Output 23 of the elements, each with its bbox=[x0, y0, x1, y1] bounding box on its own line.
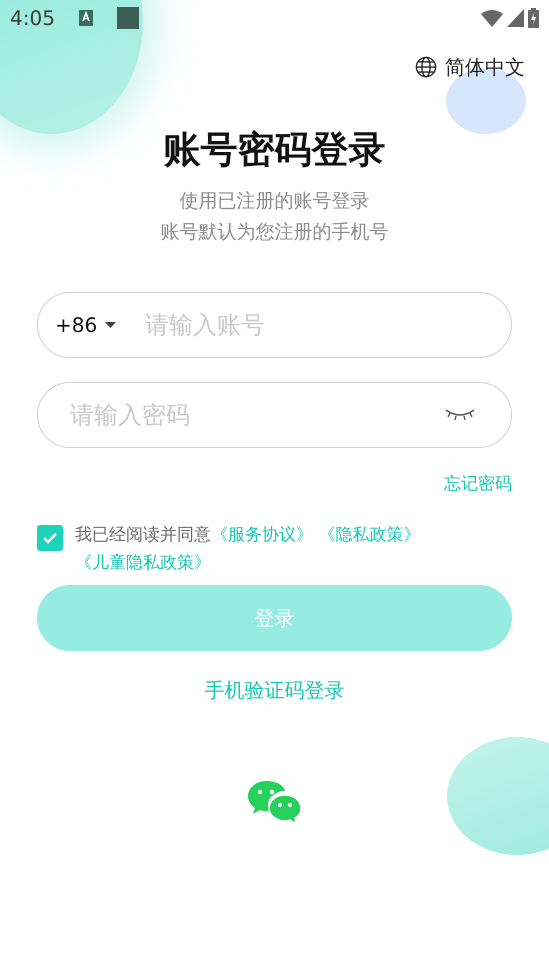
subtitle-text: 账号默认为您注册的手机号 bbox=[160, 220, 390, 244]
policy-link[interactable]: 《儿童隐私政策》 bbox=[75, 553, 211, 573]
signal-icon bbox=[507, 9, 524, 27]
agreement-text: 我已经阅读并同意《服务协议》 《隐私政策》 《儿童隐私政策》 bbox=[75, 524, 422, 575]
country-code-dropdown[interactable]: +86 bbox=[54, 308, 118, 340]
battery-icon bbox=[528, 8, 539, 28]
closed-eye-icon[interactable] bbox=[445, 408, 475, 422]
chat-bubbles-icon[interactable] bbox=[248, 781, 302, 825]
globe-icon bbox=[415, 56, 437, 78]
wifi-icon bbox=[481, 9, 503, 27]
square-icon bbox=[116, 7, 139, 29]
language-selector[interactable]: 简体中文 bbox=[415, 52, 525, 82]
subtitle-text: 使用已注册的账号登录 bbox=[178, 188, 370, 214]
caret-icon bbox=[105, 322, 116, 328]
agreement-checkbox[interactable] bbox=[37, 525, 63, 551]
policy-link[interactable]: 《服务协议》 bbox=[211, 525, 313, 545]
forgot-password-link[interactable]: 忘记密码 bbox=[444, 474, 512, 494]
sms-login-link[interactable]: 手机验证码登录 bbox=[204, 678, 344, 702]
policy-link[interactable]: 《隐私政策》 bbox=[318, 525, 420, 545]
status-time: 4:05 bbox=[10, 5, 55, 32]
page-title: 账号密码登录 bbox=[162, 127, 386, 173]
check-icon bbox=[42, 532, 58, 544]
keyboard-icon bbox=[78, 10, 93, 26]
